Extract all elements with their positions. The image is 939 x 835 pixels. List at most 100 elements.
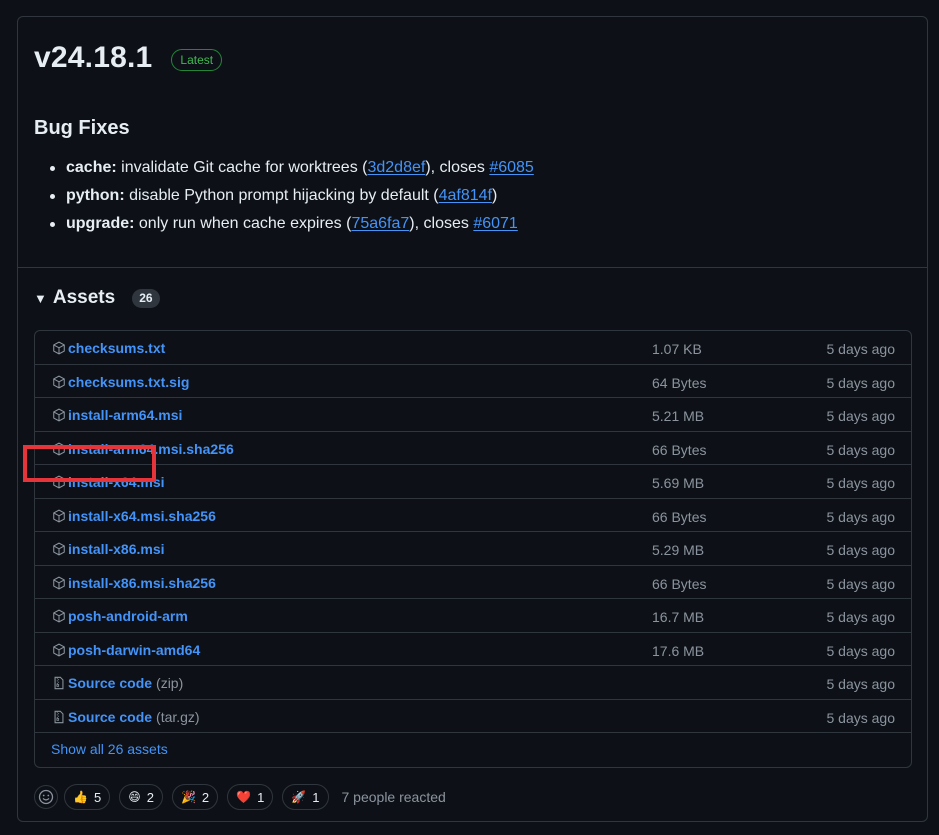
commit-link[interactable]: 75a6fa7 xyxy=(351,215,409,232)
asset-size: 66 Bytes xyxy=(652,441,707,458)
asset-row: Source code (tar.gz) 5 days ago xyxy=(35,700,911,733)
fix-text: only run when cache expires ( xyxy=(134,215,352,232)
asset-row: checksums.txt 1.07 KB 5 days ago xyxy=(35,331,911,365)
asset-row: install-arm64.msi.sha256 66 Bytes 5 days a… xyxy=(35,432,911,465)
package-icon xyxy=(53,509,65,522)
reaction-count: 1 xyxy=(257,789,265,805)
commit-link[interactable]: 4af814f xyxy=(439,187,492,204)
fix-scope: upgrade xyxy=(66,215,130,232)
package-icon xyxy=(53,643,65,656)
reaction-button[interactable]: ❤️ 1 xyxy=(227,784,274,810)
asset-link[interactable]: install-x64.msi xyxy=(52,474,165,490)
asset-name: checksums.txt.sig xyxy=(68,373,190,390)
asset-date: 5 days ago xyxy=(826,374,896,391)
asset-date: 5 days ago xyxy=(826,341,896,357)
list-item: python: disable Python prompt hijacking … xyxy=(34,187,534,215)
fix-text: ), closes xyxy=(425,159,490,176)
show-all-assets-link[interactable]: Show all 26 assets xyxy=(51,741,168,757)
reaction-button[interactable]: 🎉 2 xyxy=(171,784,219,810)
package-icon xyxy=(53,576,65,589)
reactions-summary: 7 people reacted xyxy=(341,789,446,805)
smiley-icon xyxy=(38,789,54,805)
package-icon xyxy=(53,609,65,623)
package-icon xyxy=(53,375,65,388)
asset-suffix: (tar.gz) xyxy=(156,708,200,725)
asset-size: 1.07 KB xyxy=(652,341,702,357)
asset-link[interactable]: install-x64.msi.sha256 xyxy=(52,508,216,524)
fix-text: disable Python prompt hijacking by defau… xyxy=(124,187,439,204)
asset-row: Source code (zip) 5 days ago xyxy=(35,666,911,700)
issue-link[interactable]: #6085 xyxy=(489,159,534,176)
asset-size: 64 Bytes xyxy=(652,374,707,391)
asset-date: 5 days ago xyxy=(826,575,896,592)
asset-link[interactable]: posh-darwin-amd64 xyxy=(52,642,200,658)
asset-name: install-x64.msi.sha256 xyxy=(68,507,216,524)
asset-row: install-x86.msi 5.29 MB 5 days ago xyxy=(35,532,911,566)
package-icon xyxy=(53,542,65,556)
asset-date: 5 days ago xyxy=(826,508,896,525)
reaction-count: 5 xyxy=(93,789,102,805)
asset-link[interactable]: Source code (zip) xyxy=(52,675,183,691)
asset-name: install-arm64.msi xyxy=(68,407,183,423)
asset-link[interactable]: install-x86.msi.sha256 xyxy=(52,575,216,591)
reaction-count: 1 xyxy=(312,789,320,805)
file-zip-icon xyxy=(54,676,64,690)
asset-row: install-x86.msi.sha256 66 Bytes 5 days ago xyxy=(35,566,911,599)
release-header: v24.18.1 Latest xyxy=(34,41,223,75)
reaction-count: 2 xyxy=(146,789,154,805)
laugh-icon: 😄 xyxy=(128,790,141,804)
asset-row: install-x64.msi.sha256 66 Bytes 5 days ago xyxy=(35,499,911,532)
asset-name: checksums.txt xyxy=(68,340,166,356)
latest-badge: Latest xyxy=(171,49,223,71)
asset-link[interactable]: Source code (tar.gz) xyxy=(52,709,200,725)
reactions-bar: 👍 5 😄 2 🎉 2 ❤️ 1 🚀 1 7 people reacted xyxy=(34,784,446,810)
asset-link[interactable]: install-arm64.msi xyxy=(52,407,182,423)
asset-size: 17.6 MB xyxy=(652,642,705,659)
commit-link[interactable]: 3d2d8ef xyxy=(367,159,425,176)
asset-link[interactable]: install-x86.msi xyxy=(52,541,165,557)
asset-date: 5 days ago xyxy=(826,642,896,659)
asset-name: install-x86.msi.sha256 xyxy=(68,574,216,591)
section-divider xyxy=(18,267,927,268)
assets-toggle[interactable]: ▼ Assets 26 xyxy=(34,287,160,309)
asset-suffix: (zip) xyxy=(156,675,184,691)
assets-list: checksums.txt 1.07 KB 5 days ago checksums.… xyxy=(34,330,912,768)
asset-date: 5 days ago xyxy=(826,542,896,558)
asset-link[interactable]: install-arm64.msi.sha256 xyxy=(52,441,234,457)
asset-size: 5.21 MB xyxy=(652,408,705,424)
asset-date: 5 days ago xyxy=(826,676,896,692)
package-icon xyxy=(53,408,65,422)
asset-link[interactable]: posh-android-arm xyxy=(52,608,188,624)
asset-date: 5 days ago xyxy=(826,475,896,491)
asset-row: install-arm64.msi 5.21 MB 5 days ago xyxy=(35,398,911,432)
reaction-button[interactable]: 👍 5 xyxy=(64,784,111,810)
release-version[interactable]: v24.18.1 xyxy=(34,41,152,75)
add-reaction-button[interactable] xyxy=(34,785,58,809)
hooray-icon: 🎉 xyxy=(180,790,196,804)
asset-name: Source code xyxy=(68,708,153,725)
bug-fix-list: cache: invalidate Git cache for worktree… xyxy=(34,159,534,243)
assets-count-badge: 26 xyxy=(132,288,160,308)
fix-text: ), closes xyxy=(409,215,474,232)
release-card: v24.18.1 Latest Bug Fixes cache: invalid… xyxy=(17,16,928,822)
caret-down-icon: ▼ xyxy=(34,290,47,306)
assets-title: Assets xyxy=(52,287,116,308)
issue-link[interactable]: #6071 xyxy=(473,215,518,232)
asset-link[interactable]: checksums.txt xyxy=(52,340,165,356)
reaction-button[interactable]: 🚀 1 xyxy=(282,784,329,810)
asset-date: 5 days ago xyxy=(826,441,896,458)
asset-link[interactable]: checksums.txt.sig xyxy=(52,374,189,390)
reaction-button[interactable]: 😄 2 xyxy=(119,784,163,810)
asset-name: install-arm64.msi.sha256 xyxy=(68,440,234,457)
asset-name: install-x64.msi xyxy=(68,474,165,490)
thumbs-up-icon: 👍 xyxy=(73,790,88,804)
reaction-count: 2 xyxy=(201,789,210,805)
asset-row: posh-darwin-amd64 17.6 MB 5 days ago xyxy=(35,633,911,666)
list-item: upgrade: only run when cache expires (75… xyxy=(34,215,534,243)
asset-size: 5.29 MB xyxy=(652,542,705,558)
fix-text: ) xyxy=(492,187,498,204)
asset-name: posh-darwin-amd64 xyxy=(68,641,201,658)
package-icon xyxy=(53,341,65,355)
asset-row: install-x64.msi 5.69 MB 5 days ago xyxy=(35,465,911,499)
asset-name: install-x86.msi xyxy=(68,541,165,557)
